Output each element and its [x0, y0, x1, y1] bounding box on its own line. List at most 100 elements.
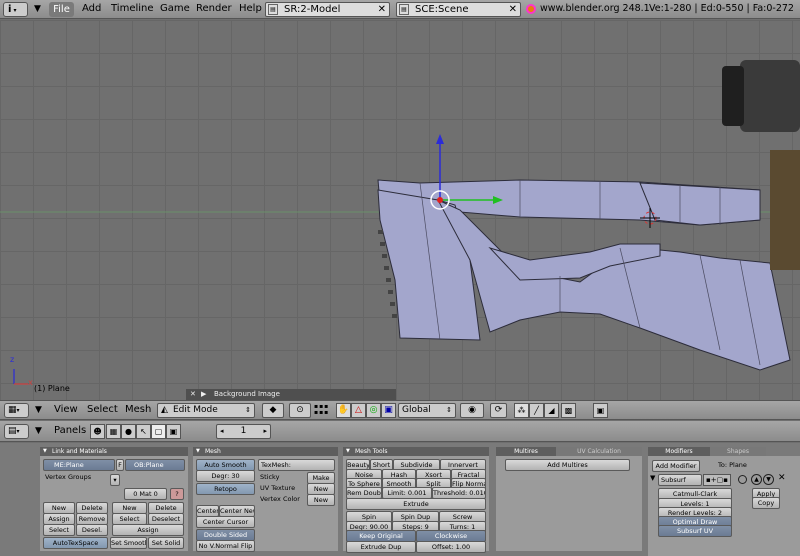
menu-view[interactable]: View [54, 401, 78, 419]
hand-icon[interactable]: ✋ [336, 403, 351, 418]
copy-modifier-button[interactable]: Copy [752, 497, 780, 509]
vgroup-select-button[interactable]: Select [43, 524, 75, 536]
extrude-button[interactable]: Extrude [346, 498, 486, 510]
tab-multires[interactable]: Multires [496, 447, 556, 456]
occlude-icon[interactable]: ▩ [561, 403, 576, 418]
info-icon[interactable]: i ▾ [3, 2, 28, 17]
frame-field[interactable]: ◂ 1 ▸ [216, 424, 271, 439]
editor-type-icon[interactable]: ▦▾ [4, 403, 29, 418]
chevron-right-icon[interactable]: ▸ [263, 425, 267, 438]
center-cursor-button[interactable]: Center Cursor [196, 516, 255, 528]
no-vnormal-flip-toggle[interactable]: No V.Normal Flip [196, 540, 255, 552]
render-icon[interactable]: ▣ [593, 403, 608, 418]
scene-selector[interactable]: ▤ SCE:Scene ✕ [396, 2, 521, 17]
rotate-icon[interactable]: ◎ [366, 403, 381, 418]
edge-select-icon[interactable]: ╱ [529, 403, 544, 418]
modifier-cage-icon[interactable] [738, 475, 747, 484]
translate-icon[interactable]: △ [351, 403, 366, 418]
buttons-header: ▤▾ ▼ Panels ☻ ▦ ● ↖ ▢ ▣ ◂ 1 ▸ [0, 421, 800, 442]
menu-help[interactable]: Help [239, 0, 262, 18]
modifier-down-icon[interactable]: ▼ [763, 474, 774, 485]
tab-uv-calculation[interactable]: UV Calculation [556, 447, 642, 456]
snap-icon[interactable]: ⟳ [490, 403, 507, 418]
vertex-color-label: Vertex Color [260, 495, 300, 503]
modifier-close-icon[interactable]: ✕ [778, 473, 786, 483]
scene-stats: Ve:1-280 | Ed:0-550 | Fa:0-272 [649, 3, 794, 14]
texmesh-field[interactable]: TexMesh: [258, 459, 335, 471]
modifier-visibility-icons[interactable]: ▪+▢▪ [703, 474, 731, 486]
scale-icon[interactable]: ▣ [381, 403, 396, 418]
object-tab-icon[interactable]: ↖ [136, 424, 151, 439]
vertex-select-icon[interactable]: ⁂ [514, 403, 529, 418]
menu-add[interactable]: Add [82, 0, 101, 18]
modifier-name-field[interactable]: Subsurf [658, 474, 702, 486]
menu-timeline[interactable]: Timeline [111, 0, 154, 18]
panel-title-mesh[interactable]: Mesh [193, 447, 338, 456]
material-assign-button[interactable]: Assign [112, 524, 184, 536]
chevron-left-icon[interactable]: ◂ [220, 425, 224, 438]
scene-browse-icon[interactable]: ▤ [399, 4, 409, 15]
scene-tab-icon[interactable]: ▣ [166, 424, 181, 439]
scene-close-icon[interactable]: ✕ [509, 3, 517, 16]
proportional-icon[interactable]: ◉ [460, 403, 484, 418]
panel-title-meshtools[interactable]: Mesh Tools [343, 447, 489, 456]
object-datablock-field[interactable]: OB:Plane [125, 459, 185, 471]
menu-render[interactable]: Render [196, 0, 232, 18]
retopo-toggle[interactable]: Retopo [196, 483, 255, 495]
tab-modifiers[interactable]: Modifiers [648, 447, 710, 456]
set-smooth-button[interactable]: Set Smooth [110, 537, 147, 549]
add-multires-button[interactable]: Add Multires [505, 459, 630, 471]
modifier-up-icon[interactable]: ▲ [751, 474, 762, 485]
scene-name[interactable]: SCE:Scene [415, 3, 469, 16]
tab-shapes[interactable]: Shapes [710, 447, 766, 456]
mode-label: Edit Mode [173, 405, 218, 415]
close-icon[interactable]: ✕ [190, 389, 196, 400]
material-help-button[interactable]: ? [170, 488, 184, 500]
menu-file[interactable]: File [49, 2, 74, 17]
collapse-icon[interactable]: ▼ [34, 4, 41, 14]
offset-field[interactable]: Offset: 1.00 [416, 541, 486, 553]
extrude-dup-button[interactable]: Extrude Dup [346, 541, 416, 553]
screen-selector[interactable]: ▤ SR:2-Model ✕ [265, 2, 390, 17]
face-select-icon[interactable]: ◢ [544, 403, 559, 418]
modifier-expand-icon[interactable]: ▼ [650, 474, 655, 482]
collapse-icon[interactable]: ▼ [35, 426, 42, 436]
uv-texture-label: UV Texture [260, 484, 296, 492]
screen-close-icon[interactable]: ✕ [378, 3, 386, 16]
mesh-datablock-field[interactable]: ME:Plane [43, 459, 115, 471]
add-modifier-button[interactable]: Add Modifier [652, 460, 700, 472]
orientation-selector[interactable]: Global ⇕ [398, 403, 456, 418]
smooth-degree-field[interactable]: Degr: 30 [196, 470, 255, 482]
logic-tab-icon[interactable]: ☻ [90, 424, 105, 439]
vgroup-menu-button[interactable]: ▾ [110, 474, 120, 486]
editor-type-icon[interactable]: ▤▾ [4, 424, 29, 439]
script-tab-icon[interactable]: ▦ [106, 424, 121, 439]
orientation-label: Global [402, 405, 431, 415]
top-header: i ▾ ▼ File Add Timeline Game Render Help… [0, 0, 800, 19]
menu-game[interactable]: Game [160, 0, 190, 18]
screen-browse-icon[interactable]: ▤ [268, 4, 278, 15]
blender-logo-icon [526, 4, 536, 14]
pivot-icon[interactable]: ⊙ [289, 403, 311, 418]
autotexspace-toggle[interactable]: AutoTexSpace [43, 537, 108, 549]
editing-tab-icon[interactable]: ▢ [151, 424, 166, 439]
panel-title-link[interactable]: Link and Materials [40, 447, 188, 456]
set-solid-button[interactable]: Set Solid [148, 537, 184, 549]
shading-tab-icon[interactable]: ● [121, 424, 136, 439]
expand-icon[interactable]: ▶ [201, 389, 206, 400]
background-image-panel[interactable]: ✕ ▶ Background Image [186, 389, 396, 400]
material-index-field[interactable]: 0 Mat 0 [124, 488, 167, 500]
vgroup-deselect-button[interactable]: Desel. [76, 524, 108, 536]
menu-select[interactable]: Select [87, 401, 118, 419]
collapse-icon[interactable]: ▼ [35, 405, 42, 415]
draw-type-icon[interactable]: ◆ [262, 403, 284, 418]
viewport-3d[interactable]: z x (1) Plane ✕ ▶ Background Image [0, 20, 800, 400]
layers-icon[interactable]: ▪▪▪ ▪▪▪ [314, 404, 332, 417]
subsurf-uv-toggle[interactable]: Subsurf UV [658, 525, 732, 537]
fake-user-button[interactable]: F [116, 459, 124, 471]
chevron-down-icon: ⇕ [446, 406, 452, 414]
menu-mesh[interactable]: Mesh [125, 401, 151, 419]
vertex-color-new-button[interactable]: New [307, 494, 335, 506]
screen-name[interactable]: SR:2-Model [284, 3, 340, 16]
mode-selector[interactable]: ◭ Edit Mode ⇕ [157, 403, 255, 418]
